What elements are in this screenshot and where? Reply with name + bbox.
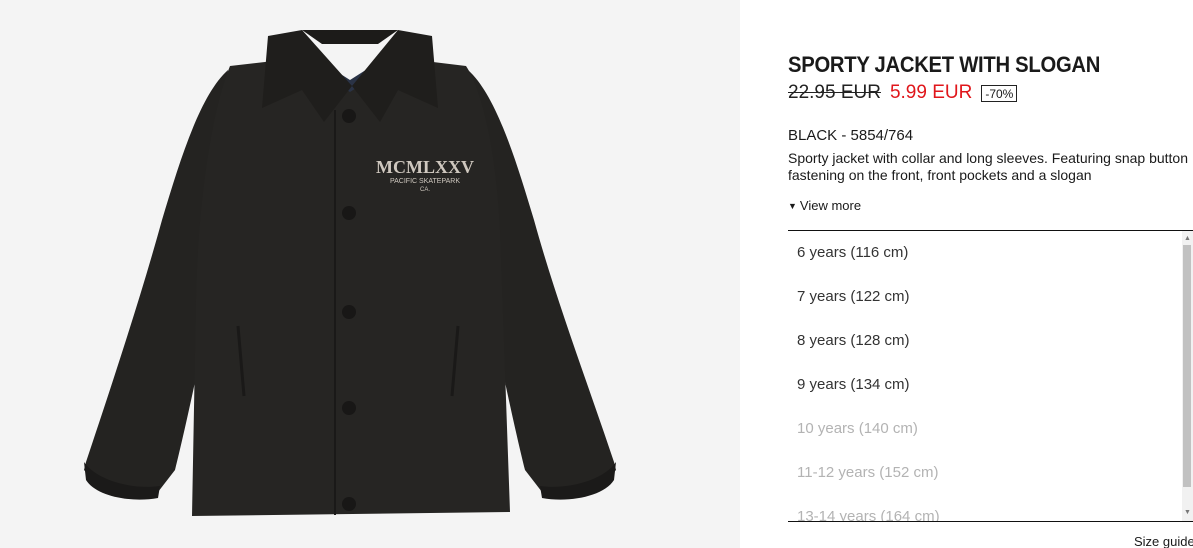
size-option[interactable]: 8 years (128 cm) bbox=[788, 319, 1193, 363]
jacket-illustration: MCMLXXV PACIFIC SKATEPARK CA. bbox=[84, 30, 616, 516]
print-line3: CA. bbox=[420, 187, 430, 193]
caret-down-icon: ▼ bbox=[788, 201, 797, 211]
view-more-link[interactable]: ▼ View more bbox=[788, 198, 861, 213]
size-option[interactable]: 6 years (116 cm) bbox=[788, 231, 1193, 275]
product-image[interactable]: MCMLXXV PACIFIC SKATEPARK CA. bbox=[0, 0, 740, 548]
scrollbar-thumb[interactable] bbox=[1183, 245, 1191, 487]
sale-price: 5.99 EUR bbox=[889, 82, 973, 103]
print-line1: MCMLXXV bbox=[376, 157, 474, 177]
product-title: SPORTY JACKET WITH SLOGAN bbox=[788, 52, 1101, 77]
size-option-unavailable[interactable]: 11-12 years (152 cm) bbox=[788, 451, 1193, 495]
old-price: 22.95 EUR bbox=[788, 82, 881, 103]
color-reference: BLACK - 5854/764 bbox=[788, 127, 914, 144]
size-list: 6 years (116 cm) 7 years (122 cm) 8 year… bbox=[788, 231, 1193, 521]
size-guide-link[interactable]: Size guide bbox=[1134, 534, 1193, 548]
print-line2: PACIFIC SKATEPARK bbox=[390, 178, 460, 185]
size-option[interactable]: 7 years (122 cm) bbox=[788, 275, 1193, 319]
size-option[interactable]: 9 years (134 cm) bbox=[788, 363, 1193, 407]
product-description: Sporty jacket with collar and long sleev… bbox=[788, 150, 1189, 183]
arrow-down-icon[interactable]: ▼ bbox=[1182, 507, 1193, 519]
size-option-unavailable[interactable]: 10 years (140 cm) bbox=[788, 407, 1193, 451]
size-selector[interactable]: 6 years (116 cm) 7 years (122 cm) 8 year… bbox=[788, 230, 1193, 522]
arrow-up-icon[interactable]: ▲ bbox=[1182, 233, 1193, 245]
price-row: 22.95 EUR 5.99 EUR -70% bbox=[788, 82, 1018, 104]
view-more-label: View more bbox=[799, 198, 862, 213]
size-option-unavailable[interactable]: 13-14 years (164 cm) bbox=[788, 495, 1193, 521]
size-list-scrollbar[interactable]: ▲ ▼ bbox=[1182, 231, 1193, 521]
discount-badge: -70% bbox=[981, 84, 1018, 102]
product-info-panel: SPORTY JACKET WITH SLOGAN 22.95 EUR 5.99… bbox=[788, 0, 1193, 548]
